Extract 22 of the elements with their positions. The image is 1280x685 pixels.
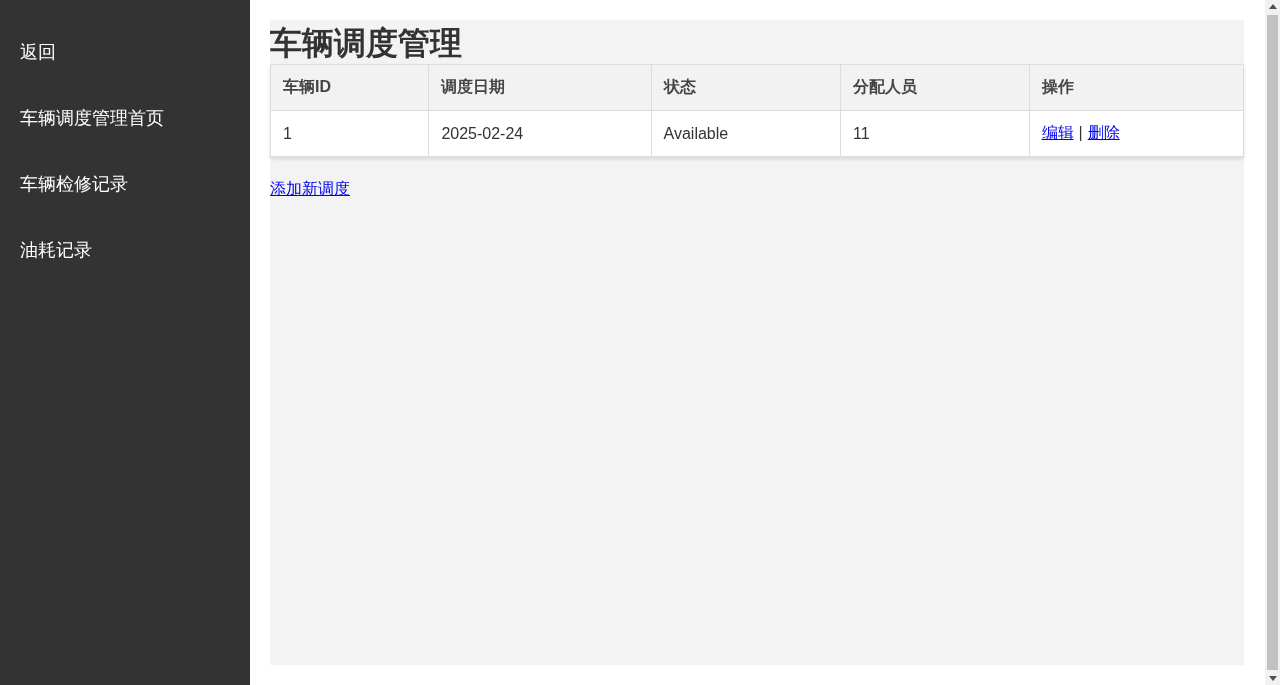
page-title: 车辆调度管理 [270, 24, 463, 63]
scrollbar[interactable] [1265, 0, 1280, 685]
sidebar-link[interactable]: 车辆调度管理首页 [0, 97, 250, 139]
separator: | [1078, 124, 1083, 141]
sidebar-link[interactable]: 车辆检修记录 [0, 163, 250, 205]
column-header: 分配人员 [840, 64, 1030, 111]
table-cell: Available [651, 110, 841, 157]
column-header: 车辆ID [270, 64, 429, 111]
scroll-thumb[interactable] [1267, 15, 1278, 670]
table-cell: 11 [840, 110, 1030, 157]
add-schedule-link[interactable]: 添加新调度 [270, 179, 350, 200]
scroll-up-icon[interactable] [1268, 4, 1277, 9]
action-link[interactable]: 编辑 [1041, 124, 1074, 141]
action-link[interactable]: 删除 [1087, 124, 1120, 141]
sidebar-link[interactable]: 油耗记录 [0, 229, 250, 271]
sidebar-link[interactable]: 返回 [0, 31, 250, 73]
column-header: 调度日期 [428, 64, 652, 111]
column-header: 操作 [1029, 64, 1244, 111]
table-cell: 1 [270, 110, 429, 157]
scroll-down-icon[interactable] [1268, 676, 1277, 681]
column-header: 状态 [651, 64, 841, 111]
table-cell: 2025-02-24 [428, 110, 652, 157]
